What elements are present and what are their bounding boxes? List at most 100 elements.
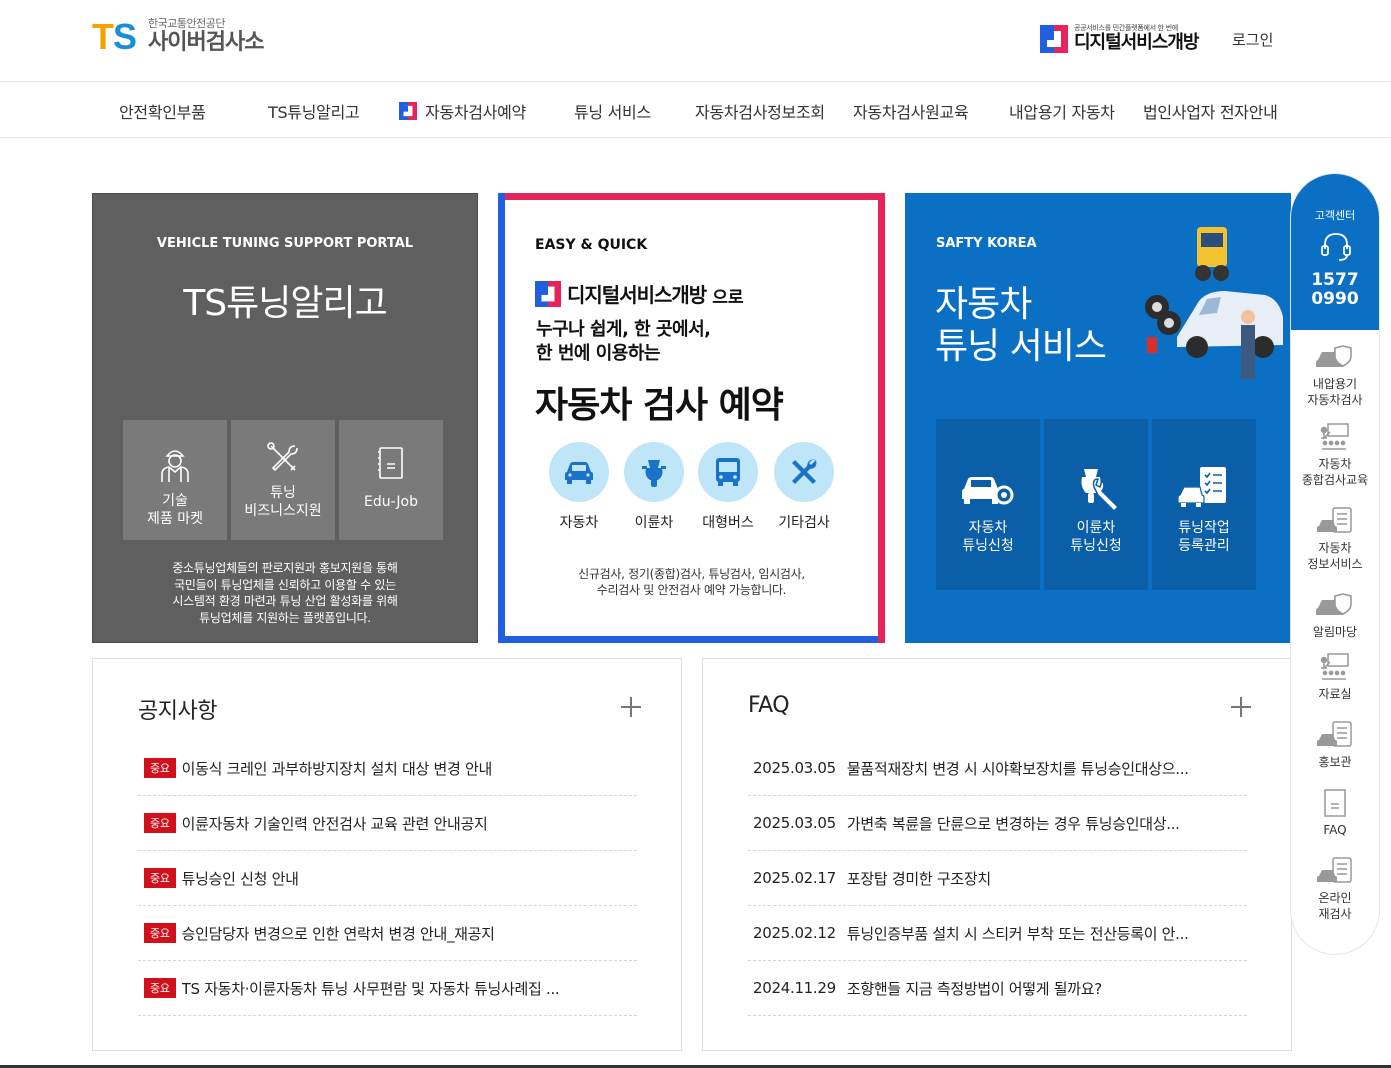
card-description: 중소튜닝업체들의 판로지원과 홍보지원을 통해 국민들이 튜닝업체를 신뢰하고 … [93,560,477,626]
reserve-bus-button[interactable] [698,442,758,502]
logo-title: 사이버검사소 [148,30,264,55]
notice-row-title: 튜닝승인 신청 안내 [181,869,299,888]
notice-row[interactable]: 중요 TS 자동차·이륜자동차 튜닝 사무편람 및 자동차 튜닝사례집 ... [138,961,637,1016]
notice-more-button[interactable] [621,697,641,717]
customer-phone: 1577 0990 [1291,271,1379,309]
quick-menu: 고객센터 1577 0990 내압용기 자동차검사 자동차 종합검사교육 자동차… [1290,173,1380,955]
nav-ts-tuning-notice[interactable]: TS튜닝알리고 [268,99,360,123]
tile-label-2: 등록관리 [1178,538,1230,554]
car-gear-icon [962,477,1014,505]
nav-corporate-notice[interactable]: 법인사업자 전자안내 [1143,99,1278,123]
card-note: 신규검사, 정기(종합)검사, 튜닝검사, 임시검사, 수리검사 및 안전검사 … [498,566,885,598]
tagline-2: 한 번에 이용하는 [536,343,660,364]
quick-label: 온라인 [1318,891,1352,905]
customer-center[interactable]: 고객센터 1577 0990 [1291,174,1379,330]
tuning-portal-card: VEHICLE TUNING SUPPORT PORTAL TS튜닝알리고 기술… [92,193,478,643]
tile-label-1: Edu-Job [363,494,419,510]
quick-online-reinspection[interactable]: 온라인 재검사 [1291,856,1379,922]
car-clipboard-icon [1317,507,1352,533]
tile-label-1: 튜닝작업 [1178,520,1230,536]
quick-library[interactable]: 자료실 [1291,652,1379,702]
quick-faq[interactable]: FAQ [1291,788,1379,838]
tuning-service-card: SAFTY KOREA 자동차 튜닝 서비스 자동차 튜닝신청 이륜차 튜닝신청… [905,193,1291,643]
faq-board: FAQ 2025.03.05 물품적재장치 변경 시 시야확보장치를 튜닝승인대… [702,658,1292,1051]
easy-quick-label: EASY & QUICK [535,237,648,253]
mechanic-illustration [1145,227,1283,379]
car-clipboard-icon [1317,721,1352,747]
faq-more-button[interactable] [1231,697,1251,717]
site-logo[interactable]: TS 한국교통안전공단 사이버검사소 [92,16,264,57]
notice-row[interactable]: 중요 이동식 크레인 과부하방지장치 설치 대상 변경 안내 [138,741,637,796]
faq-date: 2025.02.12 [753,924,836,942]
faq-date: 2025.03.05 [753,759,836,777]
digital-service-open-link[interactable]: 공공서비스를 민간플랫폼에서 한 번에 디지털서비스개방 [1040,24,1199,53]
logo-subtitle: 한국교통안전공단 [148,17,225,30]
faq-date: 2024.11.29 [753,979,836,997]
card-eng-title: VEHICLE TUNING SUPPORT PORTAL [156,236,414,251]
quick-inspection-education[interactable]: 자동차 종합검사교육 [1291,422,1379,488]
nav-inspection-reservation[interactable]: 자동차검사예약 [399,99,526,123]
nav-safety-parts[interactable]: 안전확인부품 [119,99,206,123]
notice-row-title: 승인담당자 변경으로 인한 연락처 변경 안내_재공지 [181,924,495,943]
tile-label-2: 튜닝신청 [1070,538,1122,554]
tile-tuning-work-register[interactable]: 튜닝작업 등록관리 [1152,419,1256,590]
faq-title: FAQ [748,693,790,718]
tools-icon [267,442,298,472]
tile-motorcycle-tuning-apply[interactable]: 이륜차 튜닝신청 [1044,419,1148,590]
quick-promotion[interactable]: 홍보관 [1291,720,1379,770]
faq-question: 물품적재장치 변경 시 시야확보장치를 튜닝승인대상으... [846,759,1189,778]
faq-row[interactable]: 2025.03.05 물품적재장치 변경 시 시야확보장치를 튜닝승인대상으..… [748,741,1247,796]
document-icon [378,447,403,479]
car-icon [565,462,593,484]
logo-text: 한국교통안전공단 사이버검사소 [148,17,264,56]
quick-car-info-service[interactable]: 자동차 정보서비스 [1291,506,1379,572]
car-clipboard-icon [1317,857,1352,883]
site-header: TS 한국교통안전공단 사이버검사소 공공서비스를 민간플랫폼에서 한 번에 디… [0,0,1391,82]
dsb-name: 디지털서비스개방 [567,283,707,307]
tile-edu-job[interactable]: Edu-Job [339,420,443,540]
dsb-name: 디지털서비스개방 [1074,32,1199,53]
tile-tuning-business[interactable]: 튜닝 비즈니스지원 [231,420,335,540]
quick-pressure-vessel[interactable]: 내압용기 자동차검사 [1291,342,1379,408]
nav-inspection-info[interactable]: 자동차검사정보조회 [695,99,825,123]
scooter-wrench-icon [1081,469,1120,513]
quick-label: 자동차검사 [1307,393,1363,407]
tagline-1: 누구나 쉽게, 한 곳에서, [536,319,711,340]
quick-label: 자동차 [1318,541,1352,555]
quick-notice-board[interactable]: 알림마당 [1291,590,1379,640]
faq-question: 포장탑 경미한 구조장치 [846,869,991,888]
quick-label: 자동차 [1318,457,1352,471]
tile-car-tuning-apply[interactable]: 자동차 튜닝신청 [936,419,1040,590]
faq-row[interactable]: 2025.02.12 튜닝인증부품 설치 시 스티커 부착 또는 전산등록이 안… [748,906,1247,961]
tile-label-2: 제품 마켓 [147,511,203,527]
reserve-motorcycle-button[interactable] [624,442,684,502]
notice-row[interactable]: 중요 이륜자동차 기술인력 안전검사 교육 관련 안내공지 [138,796,637,851]
quick-label: FAQ [1323,823,1347,837]
faq-row[interactable]: 2024.11.29 조향핸들 지금 측정방법이 어떻게 될까요? [748,961,1247,1016]
reserve-other-button[interactable] [774,442,834,502]
tile-tech-market[interactable]: 기술 제품 마켓 [123,420,227,540]
bus-label: 대형버스 [702,515,754,531]
faq-row[interactable]: 2025.02.17 포장탑 경미한 구조장치 [748,851,1247,906]
wrench-icon [792,459,817,484]
nav-inspector-education[interactable]: 자동차검사원교육 [853,99,969,123]
nav-pressure-vessel[interactable]: 내압용기 자동차 [1009,99,1115,123]
nav-label: 자동차검사예약 [425,103,526,122]
login-link[interactable]: 로그인 [1232,29,1273,50]
car-shield-icon [1316,345,1352,367]
notice-title: 공지사항 [138,699,217,724]
phone-part-1: 1577 [1311,270,1359,290]
faq-date: 2025.03.05 [753,814,836,832]
nav-tuning-service[interactable]: 튜닝 서비스 [574,99,651,123]
digital-service-logo-icon [1040,24,1068,53]
notice-list: 중요 이동식 크레인 과부하방지장치 설치 대상 변경 안내 중요 이륜자동차 … [138,741,637,1016]
notice-row[interactable]: 중요 승인담당자 변경으로 인한 연락처 변경 안내_재공지 [138,906,637,961]
notice-row-title: 이륜자동차 기술인력 안전검사 교육 관련 안내공지 [181,814,488,833]
checklist-car-icon [1178,467,1226,507]
card-title[interactable]: TS튜닝알리고 [93,274,477,326]
reserve-car-button[interactable] [549,442,609,502]
ts-logo-mark: TS [92,16,137,57]
notice-row[interactable]: 중요 튜닝승인 신청 안내 [138,851,637,906]
faq-row[interactable]: 2025.03.05 가변축 복륜을 단륜으로 변경하는 경우 튜닝승인대상..… [748,796,1247,851]
worker-icon [161,450,189,482]
